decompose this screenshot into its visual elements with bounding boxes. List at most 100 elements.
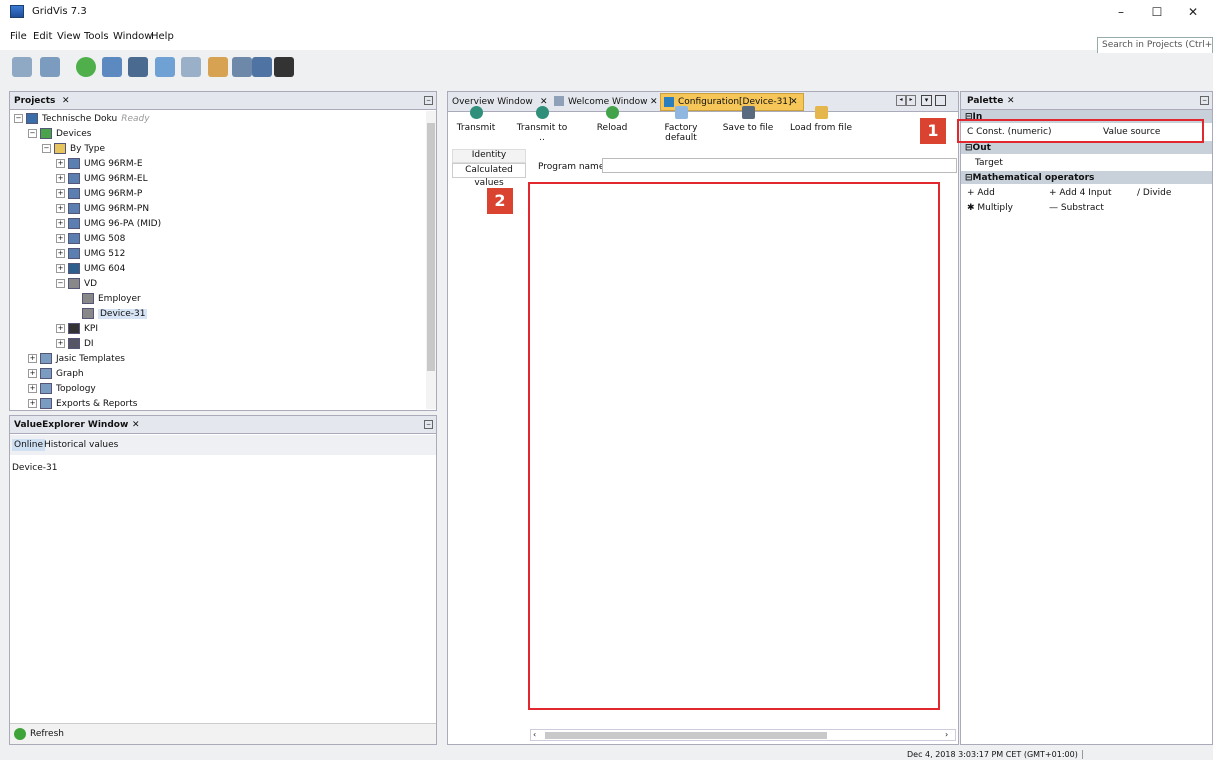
expand-icon[interactable]: + xyxy=(56,219,65,228)
tab-online[interactable]: Online xyxy=(12,439,46,451)
palette-add-4-input[interactable]: + Add 4 Input xyxy=(1049,188,1112,198)
refresh-green-icon[interactable] xyxy=(76,57,96,77)
tree-item[interactable]: Employer xyxy=(14,291,424,306)
minimize-panel-button[interactable]: − xyxy=(424,96,433,105)
tree-item[interactable]: + DI xyxy=(14,336,424,351)
expand-icon[interactable]: + xyxy=(28,369,37,378)
palette-multiply[interactable]: ✱ Multiply xyxy=(967,203,1013,213)
scrollbar-thumb[interactable] xyxy=(427,123,435,371)
tab-close-icon[interactable]: ✕ xyxy=(132,420,140,430)
menu-edit[interactable]: Edit xyxy=(33,31,52,42)
expand-icon[interactable]: + xyxy=(56,234,65,243)
palette-divide[interactable]: / Divide xyxy=(1137,188,1171,198)
tree-item[interactable]: − Technische Doku Ready xyxy=(14,111,424,126)
program-name-input[interactable] xyxy=(602,158,957,173)
menu-window[interactable]: Window xyxy=(113,31,152,42)
close-button[interactable]: ✕ xyxy=(1176,2,1210,22)
tab-close-icon[interactable]: ✕ xyxy=(1007,96,1015,106)
value-explorer-tab[interactable]: ValueExplorer Window xyxy=(14,420,128,430)
graduation-cap-icon[interactable] xyxy=(274,57,294,77)
maximize-button[interactable]: ☐ xyxy=(1140,2,1174,22)
canvas-horizontal-scrollbar[interactable]: ‹ › xyxy=(530,729,956,741)
palette-section-math[interactable]: ⊟ Mathematical operators xyxy=(961,171,1212,184)
projects-tab[interactable]: Projects xyxy=(14,96,55,106)
load-from-file-button[interactable]: Load from file xyxy=(786,106,856,133)
expand-icon[interactable]: + xyxy=(56,204,65,213)
star-network-icon[interactable] xyxy=(128,57,148,77)
refresh-icon[interactable] xyxy=(14,728,26,740)
tree-item[interactable]: + KPI xyxy=(14,321,424,336)
minimize-panel-button[interactable]: − xyxy=(424,420,433,429)
menu-help[interactable]: Help xyxy=(151,31,174,42)
maximize-editor-icon[interactable] xyxy=(935,95,946,106)
transmit-button[interactable]: Transmit xyxy=(456,106,496,133)
tree-item[interactable]: − VD xyxy=(14,276,424,291)
device-label[interactable]: Device-31 xyxy=(12,463,57,473)
expand-icon[interactable]: + xyxy=(28,399,37,408)
tree-node-icon xyxy=(40,353,52,364)
refresh-button[interactable]: Refresh xyxy=(30,729,64,739)
expand-icon[interactable]: + xyxy=(28,354,37,363)
menu-view[interactable]: View xyxy=(57,31,81,42)
collapse-icon[interactable]: − xyxy=(56,279,65,288)
user-icon[interactable] xyxy=(208,57,228,77)
tree-item[interactable]: + Topology xyxy=(14,381,424,396)
tree-item[interactable]: Device-31 xyxy=(14,306,424,321)
scrollbar-thumb[interactable] xyxy=(545,732,827,739)
scroll-right-icon[interactable]: ▸ xyxy=(906,95,916,106)
expand-icon[interactable]: + xyxy=(56,324,65,333)
transmit-to-button[interactable]: Transmit to .. xyxy=(514,106,570,143)
expand-icon[interactable]: + xyxy=(56,174,65,183)
list-icon[interactable] xyxy=(232,57,252,77)
tree-item[interactable]: − By Type xyxy=(14,141,424,156)
palette-add[interactable]: + Add xyxy=(967,188,995,198)
tab-list-dropdown-icon[interactable]: ▾ xyxy=(921,95,932,106)
side-tab-calculated-values[interactable]: Calculated values xyxy=(452,163,526,188)
tree-item[interactable]: + Jasic Templates xyxy=(14,351,424,366)
tree-item[interactable]: + UMG 96RM-PN xyxy=(14,201,424,216)
tree-item[interactable]: + UMG 604 xyxy=(14,261,424,276)
tab-historical-values[interactable]: Historical values xyxy=(44,440,118,450)
tree-item[interactable]: + UMG 512 xyxy=(14,246,424,261)
palette-target[interactable]: Target xyxy=(975,158,1003,168)
menu-tools[interactable]: Tools xyxy=(84,31,109,42)
scroll-left-icon[interactable]: ◂ xyxy=(896,95,906,106)
open-project-icon[interactable] xyxy=(40,57,60,77)
search-input[interactable]: Search in Projects (Ctrl+I) xyxy=(1097,37,1213,54)
palette-substract[interactable]: — Substract xyxy=(1049,203,1104,213)
expand-icon[interactable]: + xyxy=(56,159,65,168)
expand-icon[interactable]: + xyxy=(56,249,65,258)
tree-scrollbar[interactable] xyxy=(426,111,436,409)
tree-item[interactable]: + UMG 508 xyxy=(14,231,424,246)
minimize-button[interactable]: – xyxy=(1104,2,1138,22)
import-icon[interactable] xyxy=(155,57,175,77)
expand-icon[interactable]: + xyxy=(28,384,37,393)
reload-button[interactable]: Reload xyxy=(592,106,632,133)
minimize-panel-button[interactable]: − xyxy=(1200,96,1209,105)
palette-tab[interactable]: Palette xyxy=(967,96,1003,106)
factory-default-button[interactable]: Factory default xyxy=(648,106,714,143)
menu-file[interactable]: File xyxy=(10,31,27,42)
tree-item[interactable]: + UMG 96RM-EL xyxy=(14,171,424,186)
collapse-icon[interactable]: − xyxy=(28,129,37,138)
new-project-icon[interactable] xyxy=(12,57,32,77)
expand-icon[interactable]: + xyxy=(56,189,65,198)
expand-icon[interactable]: + xyxy=(56,339,65,348)
tree-item[interactable]: + Exports & Reports xyxy=(14,396,424,411)
side-tab-identity[interactable]: Identity xyxy=(452,149,526,163)
database-icon[interactable] xyxy=(252,57,272,77)
tree-item[interactable]: + Graph xyxy=(14,366,424,381)
collapse-icon[interactable]: − xyxy=(42,144,51,153)
scroll-right-icon[interactable]: › xyxy=(945,730,948,739)
tab-close-icon[interactable]: ✕ xyxy=(62,96,70,106)
expand-icon[interactable]: + xyxy=(56,264,65,273)
scroll-left-icon[interactable]: ‹ xyxy=(533,730,536,739)
tree-item[interactable]: + UMG 96RM-P xyxy=(14,186,424,201)
save-to-file-button[interactable]: Save to file xyxy=(720,106,776,133)
calendar-icon[interactable] xyxy=(102,57,122,77)
tools-icon[interactable] xyxy=(181,57,201,77)
collapse-icon[interactable]: − xyxy=(14,114,23,123)
tree-item[interactable]: − Devices xyxy=(14,126,424,141)
tree-item[interactable]: + UMG 96RM-E xyxy=(14,156,424,171)
tree-item[interactable]: + UMG 96-PA (MID) xyxy=(14,216,424,231)
